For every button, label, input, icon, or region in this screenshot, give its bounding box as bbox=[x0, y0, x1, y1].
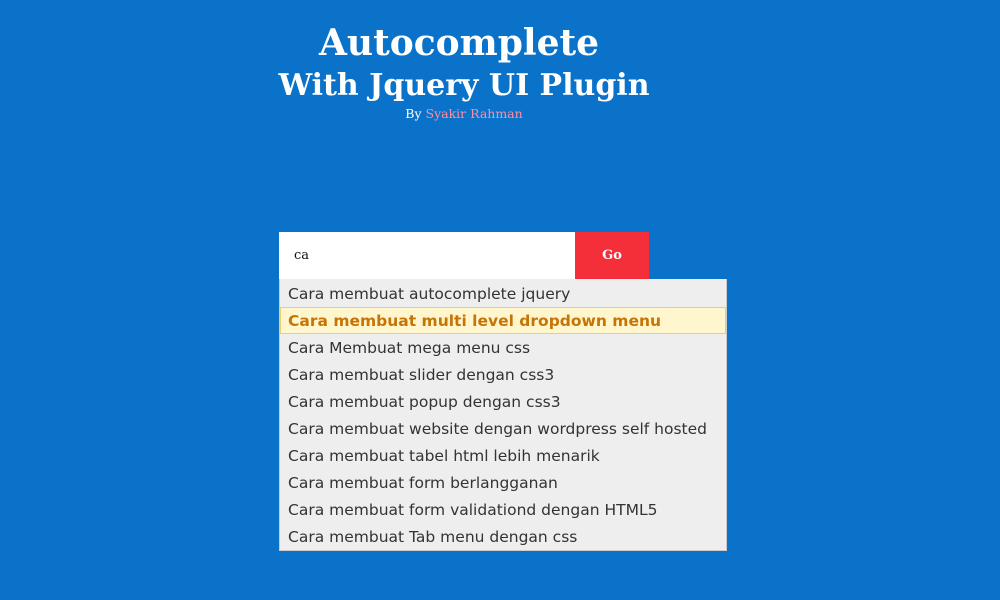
byline: By Syakir Rahman bbox=[364, 106, 564, 122]
author-link[interactable]: Syakir Rahman bbox=[426, 106, 523, 121]
suggestion-item[interactable]: Cara Membuat mega menu css bbox=[280, 334, 726, 361]
suggestion-item[interactable]: Cara membuat website dengan wordpress se… bbox=[280, 415, 726, 442]
suggestion-item[interactable]: Cara membuat tabel html lebih menarik bbox=[280, 442, 726, 469]
suggestion-item[interactable]: Cara membuat Tab menu dengan css bbox=[280, 523, 726, 550]
search-box bbox=[279, 232, 575, 279]
go-button[interactable]: Go bbox=[575, 232, 649, 279]
suggestion-item[interactable]: Cara membuat autocomplete jquery bbox=[280, 280, 726, 307]
page-subtitle: With Jquery UI Plugin bbox=[278, 68, 650, 103]
suggestion-item[interactable]: Cara membuat popup dengan css3 bbox=[280, 388, 726, 415]
autocomplete-suggestions: Cara membuat autocomplete jquery Cara me… bbox=[279, 279, 727, 551]
search-input[interactable] bbox=[279, 232, 575, 279]
suggestion-item[interactable]: Cara membuat form validationd dengan HTM… bbox=[280, 496, 726, 523]
suggestion-item[interactable]: Cara membuat slider dengan css3 bbox=[280, 361, 726, 388]
page-title: Autocomplete bbox=[318, 22, 600, 64]
suggestion-item[interactable]: Cara membuat form berlangganan bbox=[280, 469, 726, 496]
suggestion-item-highlighted[interactable]: Cara membuat multi level dropdown menu bbox=[280, 307, 726, 334]
byline-prefix: By bbox=[405, 106, 422, 121]
